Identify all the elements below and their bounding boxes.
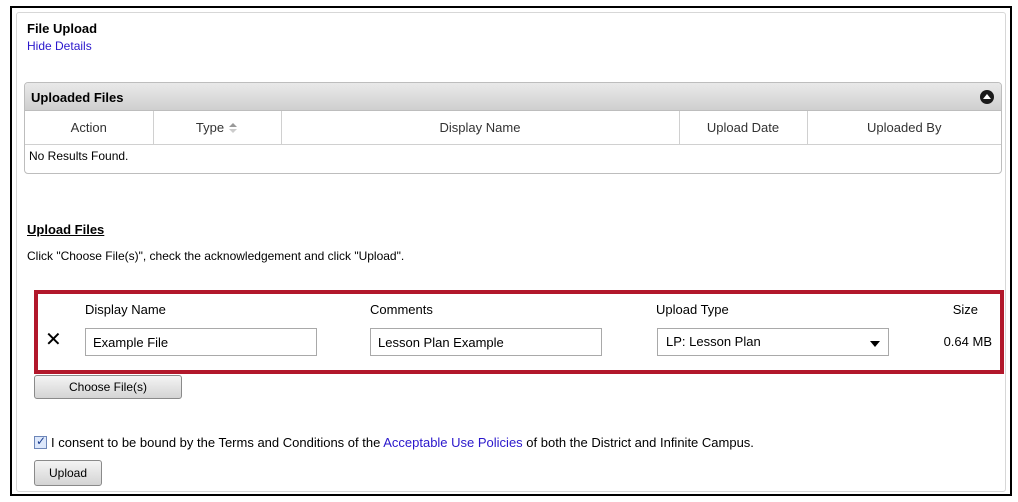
empty-message: No Results Found. bbox=[29, 149, 129, 164]
column-header-action[interactable]: Action bbox=[25, 111, 154, 145]
uploaded-files-header: Uploaded Files bbox=[25, 83, 1001, 111]
consent-text-prefix: I consent to be bound by the Terms and C… bbox=[51, 435, 384, 450]
upload-type-label: Upload Type bbox=[656, 302, 729, 317]
comments-input[interactable] bbox=[370, 328, 602, 356]
acceptable-use-policies-link[interactable]: Acceptable Use Policies bbox=[383, 435, 522, 450]
hide-details-link[interactable]: Hide Details bbox=[27, 39, 92, 53]
column-header-uploaded-by[interactable]: Uploaded By bbox=[807, 111, 1001, 145]
consent-checkbox[interactable] bbox=[34, 434, 47, 449]
display-name-input[interactable] bbox=[85, 328, 317, 356]
uploaded-files-title: Uploaded Files bbox=[31, 90, 124, 105]
upload-type-value: LP: Lesson Plan bbox=[666, 334, 761, 349]
file-upload-panel: File Upload Hide Details Uploaded Files … bbox=[16, 12, 1006, 492]
section-title: File Upload bbox=[27, 21, 98, 36]
remove-file-icon[interactable]: ✕ bbox=[45, 330, 62, 350]
display-name-label: Display Name bbox=[85, 302, 166, 317]
upload-files-heading: Upload Files bbox=[27, 222, 105, 237]
choose-files-button[interactable]: Choose File(s) bbox=[34, 375, 182, 399]
upload-type-select[interactable]: LP: Lesson Plan bbox=[657, 328, 889, 356]
comments-label: Comments bbox=[370, 302, 433, 317]
uploaded-files-table: Action Type Display Name Upload Date Upl… bbox=[25, 111, 1001, 168]
upload-button[interactable]: Upload bbox=[34, 460, 102, 486]
consent-row: I consent to be bound by the Terms and C… bbox=[34, 434, 754, 450]
sort-icon bbox=[229, 123, 238, 134]
column-header-type-label: Type bbox=[195, 119, 225, 135]
table-row: No Results Found. bbox=[25, 144, 1001, 168]
chevron-down-icon bbox=[870, 341, 880, 347]
size-label: Size bbox=[952, 302, 978, 317]
upload-instructions: Click "Choose File(s)", check the acknow… bbox=[27, 249, 405, 263]
file-row-highlight: Display Name Comments Upload Type Size ✕… bbox=[34, 290, 1004, 374]
file-size: 0.64 MB bbox=[943, 334, 992, 349]
consent-text-suffix: of both the District and Infinite Campus… bbox=[522, 435, 754, 450]
collapse-icon[interactable] bbox=[980, 90, 994, 104]
screenshot-frame: File Upload Hide Details Uploaded Files … bbox=[10, 6, 1012, 496]
uploaded-files-grid: Uploaded Files Action Type Display Name … bbox=[24, 82, 1002, 174]
column-header-upload-date[interactable]: Upload Date bbox=[679, 111, 808, 145]
column-header-type[interactable]: Type bbox=[153, 111, 282, 145]
column-header-display-name[interactable]: Display Name bbox=[281, 111, 680, 145]
table-header-row: Action Type Display Name Upload Date Upl… bbox=[25, 111, 1001, 145]
